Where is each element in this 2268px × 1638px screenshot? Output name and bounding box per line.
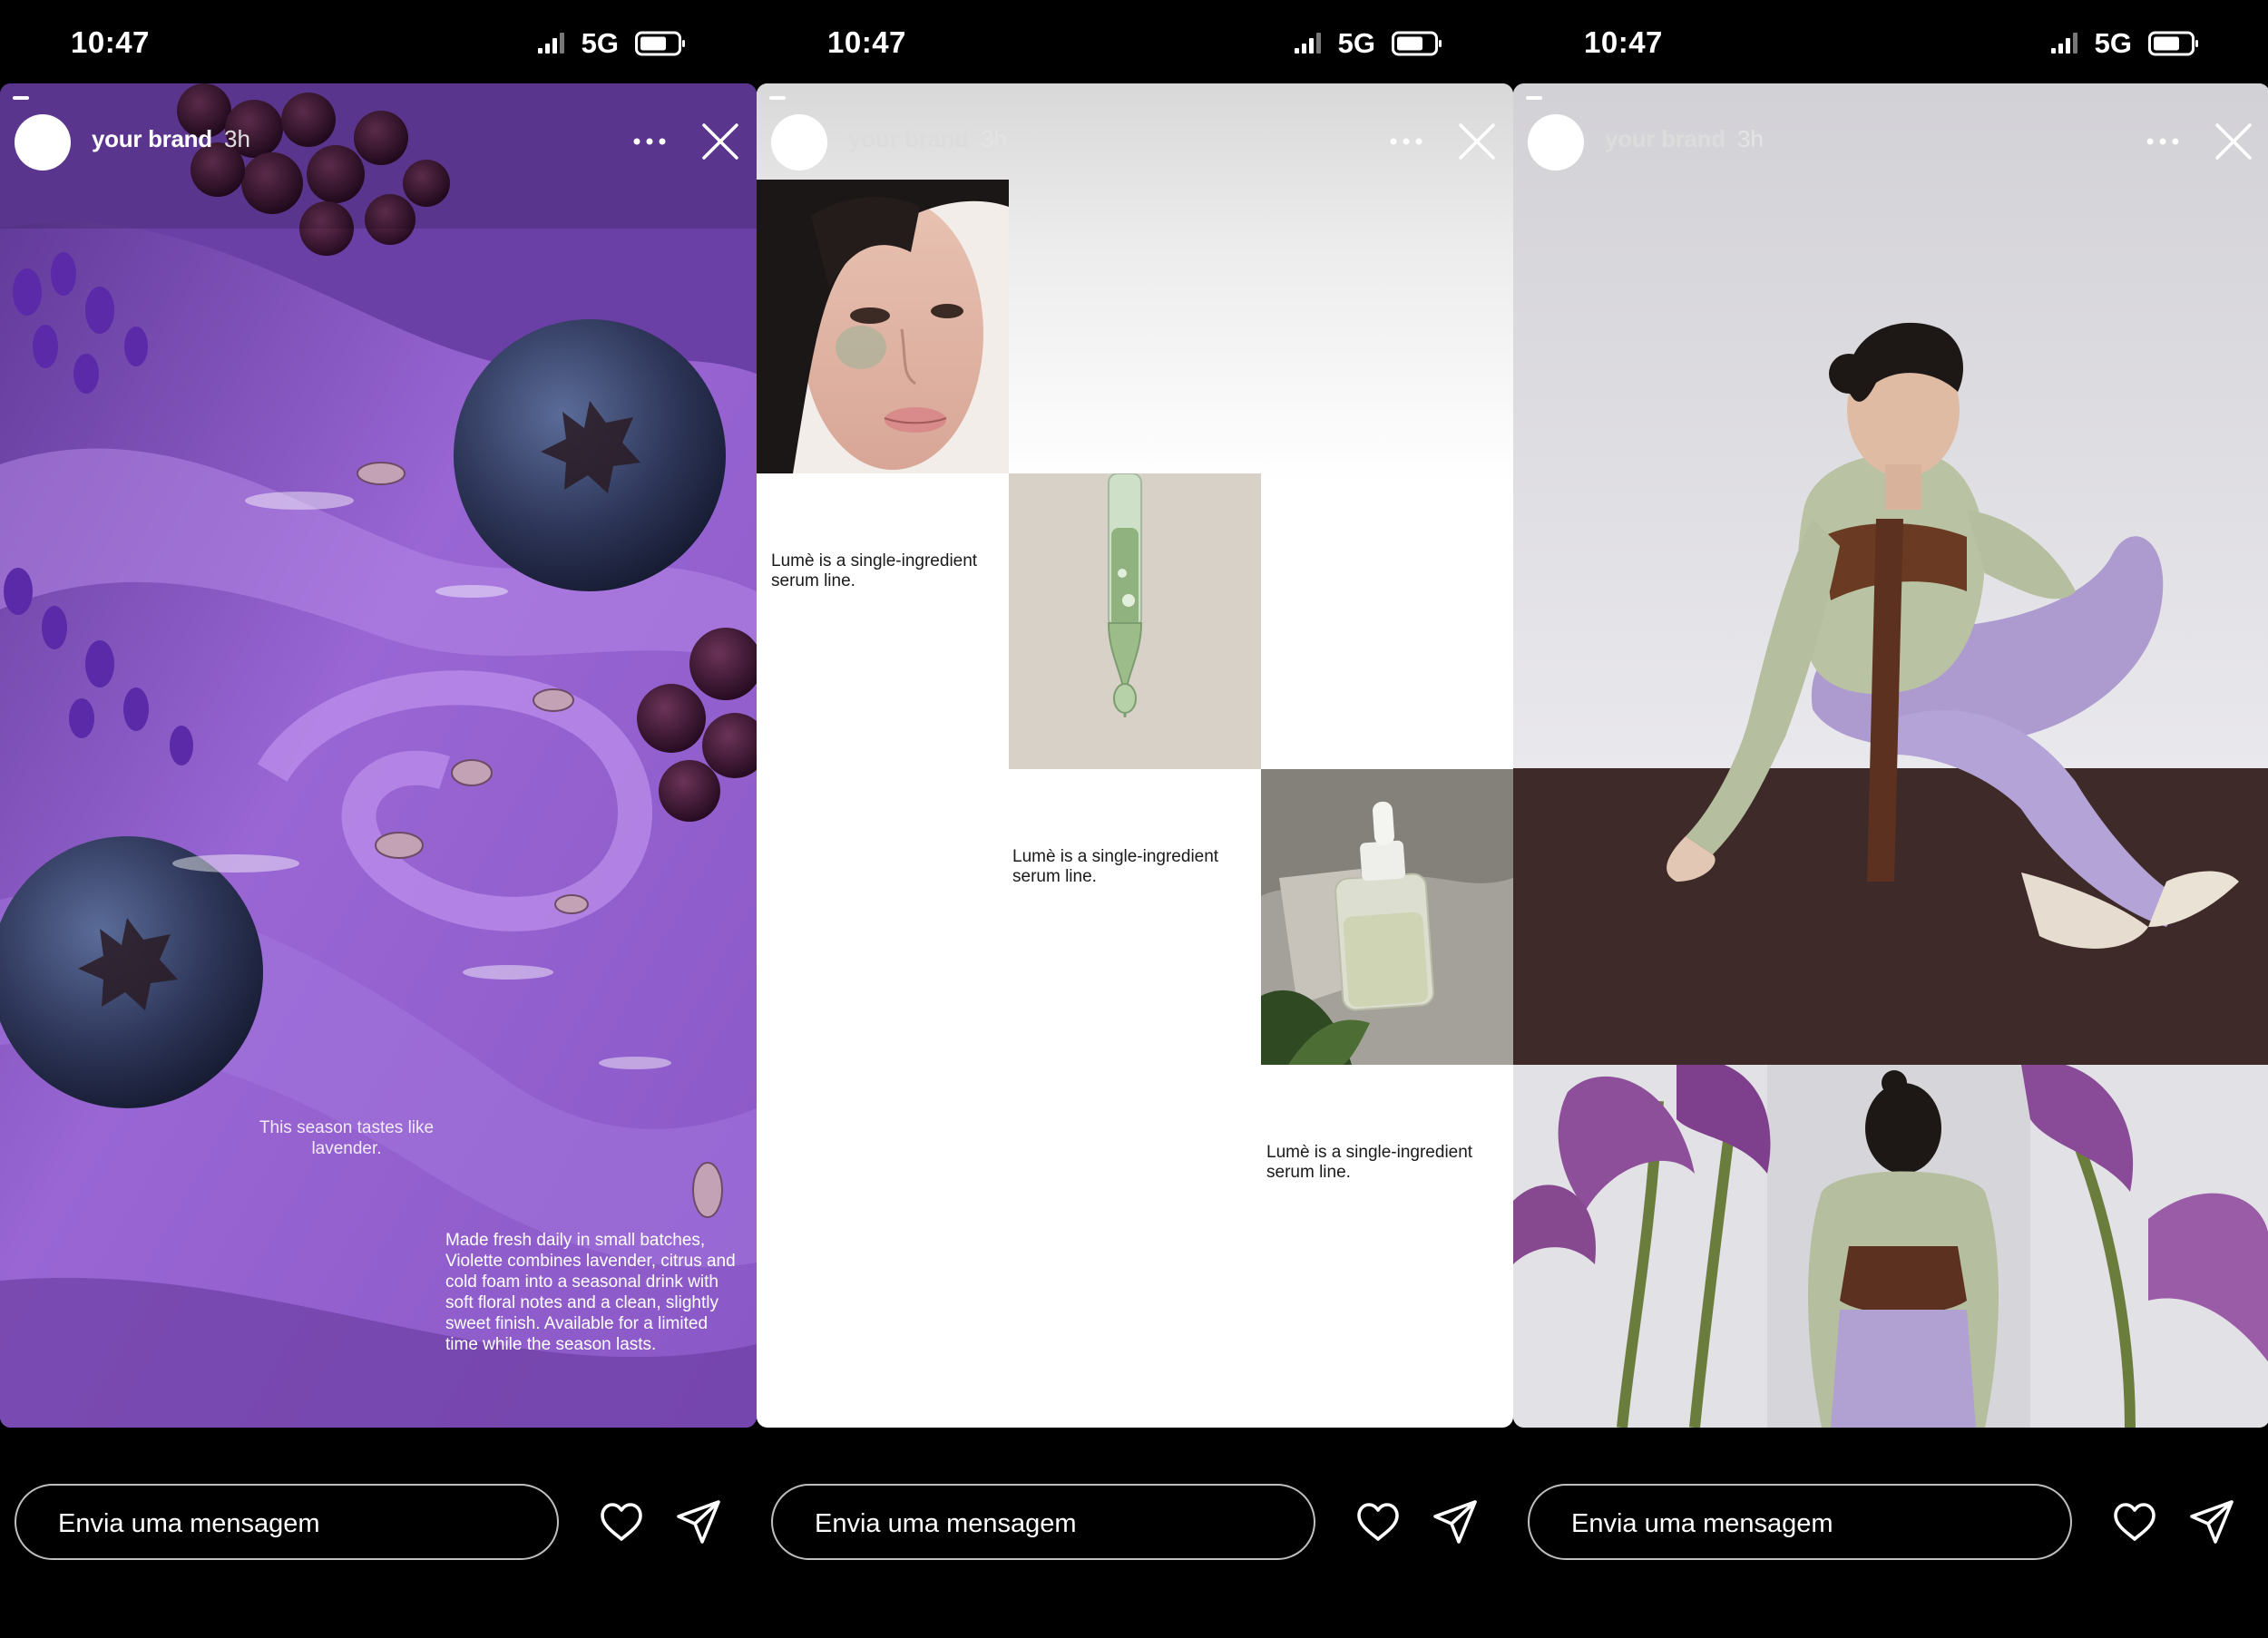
more-icon <box>633 138 666 145</box>
status-bar: 10:47 5G <box>1513 0 2268 83</box>
battery-icon <box>635 31 685 56</box>
story-screen-1: 10:47 5G your brand 3h This season taste… <box>0 0 757 1638</box>
more-icon <box>2146 138 2179 145</box>
close-icon <box>2215 123 2252 160</box>
message-input[interactable]: Envia uma mensagem <box>1528 1484 2072 1560</box>
close-icon <box>702 123 738 160</box>
story-header: your brand 3h <box>0 111 757 174</box>
dancer-back-image <box>1513 1065 2268 1428</box>
close-button[interactable] <box>1453 118 1501 165</box>
story-body-text: Made fresh daily in small batches, Viole… <box>445 1231 736 1354</box>
status-indicators: 5G <box>2050 27 2199 60</box>
story-progress-bar <box>1526 96 1542 100</box>
serum-dropper-image <box>1009 473 1261 769</box>
story-caption-2: Lumè is a single-ingredient serum line. <box>1012 847 1219 886</box>
send-icon <box>1433 1500 1477 1544</box>
serum-bottle-image <box>1261 769 1513 1065</box>
story-reply-bar: Envia uma mensagem <box>1513 1428 2268 1638</box>
close-icon <box>1459 123 1495 160</box>
username[interactable]: your brand <box>848 125 969 153</box>
heart-icon <box>601 1503 642 1541</box>
message-input[interactable]: Envia uma mensagem <box>771 1484 1315 1560</box>
dancer-seated-image <box>1513 83 2268 1065</box>
story-headline: This season tastes like lavender. <box>259 1118 435 1158</box>
avatar[interactable] <box>15 114 71 171</box>
status-bar: 10:47 5G <box>757 0 1513 83</box>
story-card[interactable]: Lumè is a single-ingredient serum line. … <box>757 83 1513 1428</box>
lavender-foam-image <box>0 83 757 1428</box>
story-screen-3: 10:47 5G your brand 3h Envia uma mensage… <box>1513 0 2268 1638</box>
status-time: 10:47 <box>1584 25 1663 59</box>
story-card[interactable]: your brand 3h <box>1513 83 2268 1428</box>
heart-icon <box>1357 1503 1399 1541</box>
avatar[interactable] <box>771 114 827 171</box>
story-header: your brand 3h <box>1513 111 2268 174</box>
signal-icon <box>537 33 564 54</box>
more-options-button[interactable] <box>2143 125 2183 158</box>
network-label: 5G <box>2094 27 2132 59</box>
status-indicators: 5G <box>537 27 686 60</box>
send-icon <box>677 1500 720 1544</box>
more-options-button[interactable] <box>630 125 670 158</box>
avatar[interactable] <box>1528 114 1584 171</box>
status-time: 10:47 <box>827 25 906 59</box>
status-indicators: 5G <box>1294 27 1442 60</box>
signal-icon <box>2050 33 2077 54</box>
close-button[interactable] <box>697 118 744 165</box>
send-icon <box>2190 1500 2234 1544</box>
like-button[interactable] <box>599 1500 644 1545</box>
story-card[interactable]: your brand 3h This season tastes like la… <box>0 83 757 1428</box>
send-button[interactable] <box>1432 1498 1479 1545</box>
message-placeholder: Envia uma mensagem <box>1571 1509 1833 1538</box>
close-button[interactable] <box>2210 118 2257 165</box>
signal-icon <box>1294 33 1321 54</box>
story-header: your brand 3h <box>757 111 1513 174</box>
status-bar: 10:47 5G <box>0 0 757 83</box>
battery-icon <box>1392 31 1442 56</box>
timestamp: 3h <box>981 125 1007 152</box>
story-caption-1: Lumè is a single-ingredient serum line. <box>771 551 978 590</box>
heart-icon <box>2114 1503 2156 1541</box>
message-input[interactable]: Envia uma mensagem <box>15 1484 559 1560</box>
timestamp: 3h <box>224 125 250 152</box>
model-face-image <box>757 180 1009 473</box>
send-button[interactable] <box>2188 1498 2235 1545</box>
network-label: 5G <box>1337 27 1375 59</box>
status-time: 10:47 <box>71 25 150 59</box>
message-placeholder: Envia uma mensagem <box>58 1509 320 1538</box>
more-icon <box>1390 138 1422 145</box>
username[interactable]: your brand <box>92 125 212 153</box>
story-screen-2: 10:47 5G Lumè is a single-ingredient ser… <box>757 0 1513 1638</box>
send-button[interactable] <box>675 1498 722 1545</box>
network-label: 5G <box>581 27 619 59</box>
username[interactable]: your brand <box>1605 125 1725 153</box>
story-reply-bar: Envia uma mensagem <box>757 1428 1513 1638</box>
like-button[interactable] <box>1355 1500 1401 1545</box>
more-options-button[interactable] <box>1386 125 1426 158</box>
battery-icon <box>2148 31 2198 56</box>
story-progress-bar <box>13 96 29 100</box>
like-button[interactable] <box>2112 1500 2157 1545</box>
message-placeholder: Envia uma mensagem <box>815 1509 1077 1538</box>
story-caption-3: Lumè is a single-ingredient serum line. <box>1266 1143 1473 1182</box>
story-progress-bar <box>769 96 786 100</box>
story-reply-bar: Envia uma mensagem <box>0 1428 757 1638</box>
timestamp: 3h <box>1737 125 1764 152</box>
